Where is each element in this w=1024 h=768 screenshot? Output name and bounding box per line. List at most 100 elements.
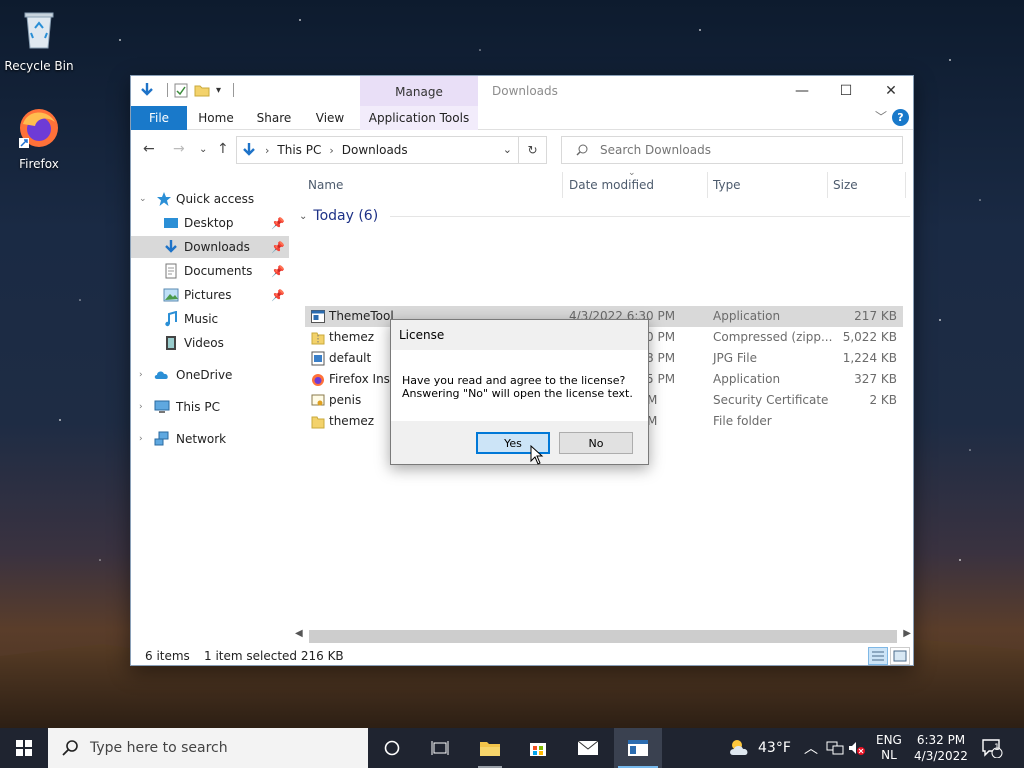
taskbar-themetool-app[interactable] [614, 728, 662, 768]
volume-muted-icon [849, 742, 865, 755]
recent-locations-chevron-icon[interactable]: ⌄ [199, 144, 207, 155]
tab-file[interactable]: File [131, 106, 187, 130]
weather-widget[interactable]: 43°F [728, 728, 791, 768]
nav-this-pc[interactable]: › This PC [131, 396, 289, 418]
cortana-button[interactable] [368, 728, 416, 768]
pin-icon[interactable]: 📌 [271, 289, 285, 302]
search-box[interactable] [561, 136, 903, 164]
column-separator[interactable] [707, 172, 708, 198]
details-view-button[interactable] [868, 647, 888, 665]
up-arrow-icon[interactable]: ↑ [217, 141, 229, 157]
nav-label: Desktop [184, 216, 234, 230]
scroll-left-arrow-icon[interactable]: ◀ [295, 628, 303, 639]
new-folder-icon[interactable] [194, 82, 210, 98]
nav-label: Quick access [176, 192, 255, 206]
desktop-icon-recycle-bin[interactable]: Recycle Bin [1, 8, 77, 73]
nav-music[interactable]: Music [131, 308, 289, 330]
horizontal-scrollbar[interactable]: ◀ ▶ [293, 628, 913, 645]
nav-downloads[interactable]: Downloads 📌 [131, 236, 289, 258]
documents-icon [165, 263, 177, 279]
notification-count: 1 [994, 743, 1000, 753]
column-header-date[interactable]: Date modified [569, 178, 654, 192]
maximize-icon: ☐ [839, 83, 853, 99]
nav-documents[interactable]: Documents 📌 [131, 260, 289, 282]
column-separator[interactable] [905, 172, 906, 198]
maximize-button[interactable]: ☐ [823, 76, 869, 106]
minimize-button[interactable]: — [779, 76, 825, 106]
breadcrumb-downloads[interactable]: Downloads [342, 143, 408, 157]
nav-videos[interactable]: Videos [131, 332, 289, 354]
desktop-icon-firefox[interactable]: Firefox [1, 106, 77, 171]
nav-quick-access[interactable]: ⌄ Quick access [131, 188, 289, 210]
forward-arrow-icon[interactable]: → [173, 141, 185, 157]
manage-contextual-tab[interactable]: Manage [360, 76, 478, 106]
task-view-button[interactable] [416, 728, 464, 768]
close-icon: ✕ [885, 83, 897, 99]
expand-ribbon-icon[interactable]: ﹀ [875, 108, 887, 125]
column-header-size[interactable]: Size [833, 178, 858, 192]
help-icon[interactable]: ? [892, 109, 909, 126]
tab-application-tools[interactable]: Application Tools [360, 106, 478, 130]
scroll-right-arrow-icon[interactable]: ▶ [903, 628, 911, 639]
group-header-today[interactable]: ⌄ Today (6) [299, 208, 911, 224]
nav-label: Music [184, 312, 219, 326]
start-button[interactable] [0, 728, 48, 768]
store-bag-icon [530, 743, 546, 756]
back-arrow-icon[interactable]: ← [143, 141, 155, 157]
collapsed-chevron-icon[interactable]: › [139, 434, 143, 444]
refresh-button[interactable]: ↻ [519, 136, 547, 164]
taskbar-file-explorer[interactable] [466, 728, 514, 768]
desktop-icon-label: Firefox [19, 157, 59, 171]
nav-label: OneDrive [176, 368, 233, 382]
mouse-pointer-icon [530, 445, 544, 465]
nav-onedrive[interactable]: › OneDrive [131, 364, 289, 386]
clock[interactable]: 6:32 PM 4/3/2022 [914, 728, 968, 768]
column-separator[interactable] [827, 172, 828, 198]
nav-pictures[interactable]: Pictures 📌 [131, 284, 289, 306]
customize-qa-chevron-icon[interactable]: ▾ [216, 85, 221, 96]
properties-icon[interactable] [174, 82, 188, 98]
pin-icon[interactable]: 📌 [271, 241, 285, 254]
breadcrumb-this-pc[interactable]: This PC [277, 143, 321, 157]
column-separator[interactable] [562, 172, 563, 198]
pin-icon[interactable]: 📌 [271, 217, 285, 230]
action-center-button[interactable]: 1 [982, 728, 1004, 768]
address-dropdown-chevron-icon[interactable]: ⌄ [503, 143, 512, 156]
column-header-type[interactable]: Type [713, 178, 741, 192]
large-icons-view-button[interactable] [890, 647, 910, 665]
close-button[interactable]: ✕ [868, 76, 914, 106]
title-bar[interactable]: ▾ Manage Downloads — ☐ ✕ [131, 76, 913, 106]
breadcrumb-chevron-icon: › [265, 143, 270, 157]
nav-network[interactable]: › Network [131, 428, 289, 450]
navigation-pane: ⌄ Quick access Desktop 📌 Downloads 📌 Doc… [131, 186, 291, 526]
film-strip-icon [166, 336, 176, 350]
tab-share[interactable]: Share [249, 106, 299, 130]
search-input[interactable] [600, 143, 880, 157]
scrollbar-thumb[interactable] [309, 630, 897, 643]
group-collapse-chevron-icon[interactable]: ⌄ [299, 211, 307, 222]
nav-desktop[interactable]: Desktop 📌 [131, 212, 289, 234]
image-file-icon [311, 351, 325, 366]
quick-access-toolbar: ▾ [139, 82, 235, 98]
taskbar-mail[interactable] [564, 728, 612, 768]
file-name: themez [329, 330, 375, 344]
no-button[interactable]: No [559, 432, 633, 454]
tab-view[interactable]: View [307, 106, 353, 130]
expanded-chevron-icon[interactable]: ⌄ [139, 194, 147, 204]
input-language-indicator[interactable]: ENG NL [876, 728, 902, 768]
network-status-button[interactable] [826, 728, 844, 768]
pin-icon[interactable]: 📌 [271, 265, 285, 278]
tab-home[interactable]: Home [191, 106, 241, 130]
taskbar-search-box[interactable]: Type here to search [48, 728, 368, 768]
file-type: Application [713, 372, 781, 386]
collapsed-chevron-icon[interactable]: › [139, 402, 143, 412]
collapsed-chevron-icon[interactable]: › [139, 370, 143, 380]
column-header-name[interactable]: Name [308, 178, 343, 192]
file-type: Security Certificate [713, 393, 829, 407]
file-type: File folder [713, 414, 772, 428]
computer-icon [154, 400, 170, 413]
address-bar[interactable]: › This PC › Downloads ⌄ [236, 136, 519, 164]
taskbar-microsoft-store[interactable] [514, 728, 562, 768]
volume-button[interactable] [848, 728, 866, 768]
show-hidden-icons-button[interactable]: ︿ [804, 728, 818, 768]
